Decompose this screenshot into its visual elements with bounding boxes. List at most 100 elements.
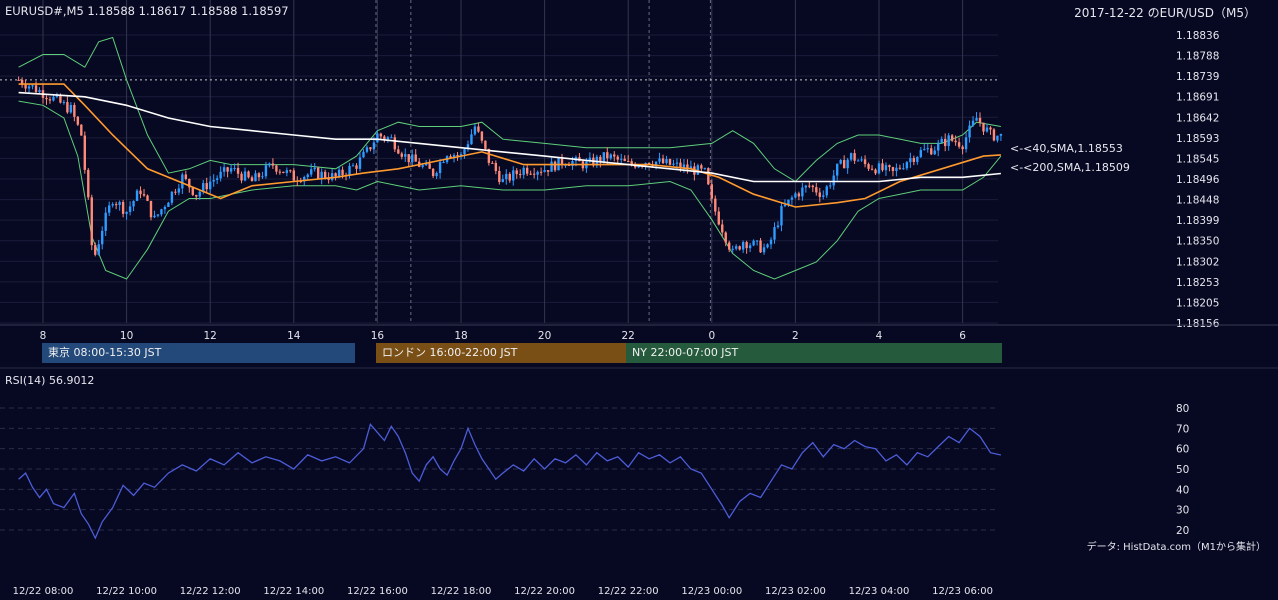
candle-body <box>27 86 31 89</box>
candle-body <box>748 245 752 249</box>
candle-body <box>494 162 498 171</box>
candle-body <box>992 129 996 141</box>
time-tick-label: 12/22 08:00 <box>13 586 74 597</box>
candle-body <box>128 206 132 212</box>
price-tick-label: 1.18156 <box>1176 318 1220 330</box>
candle-body <box>198 191 201 197</box>
candle-body <box>348 165 351 176</box>
candle-body <box>957 142 961 147</box>
candle-body <box>94 245 97 255</box>
candle-body <box>421 165 424 167</box>
candle-body <box>160 209 163 215</box>
candle-body <box>226 167 229 172</box>
candle-body <box>411 154 414 163</box>
candle-body <box>254 173 257 182</box>
candle-body <box>236 167 240 174</box>
candle-body <box>801 187 804 197</box>
candle-body <box>721 224 724 233</box>
candle-body <box>372 142 376 150</box>
candle-body <box>431 168 435 177</box>
candle-body <box>884 165 888 171</box>
candle-body <box>818 192 821 197</box>
candle-body <box>863 159 867 165</box>
candle-body <box>891 167 895 172</box>
candle-body <box>132 200 135 207</box>
candle-body <box>797 193 801 197</box>
candle-body <box>870 168 874 170</box>
candle-body <box>362 151 365 158</box>
candle-body <box>825 186 828 196</box>
candle-body <box>435 173 438 177</box>
candle-body <box>867 164 870 169</box>
candle-body <box>783 204 787 207</box>
candle-body <box>515 170 518 175</box>
candle-body <box>762 247 766 253</box>
candle-body <box>257 173 261 178</box>
candle-body <box>470 134 473 145</box>
candle-body <box>97 244 100 255</box>
candle-body <box>393 137 397 150</box>
candle-body <box>397 149 400 154</box>
candle-body <box>804 185 808 188</box>
candle-body <box>118 202 121 206</box>
candle-body <box>714 198 717 212</box>
candle-body <box>275 165 278 172</box>
candle-body <box>707 168 710 185</box>
price-tick-label: 1.18545 <box>1176 153 1219 165</box>
candle-body <box>121 202 125 214</box>
candle-body <box>107 205 111 213</box>
candle-body <box>505 173 508 180</box>
data-credit: データ: HistData.com（M1から集計） <box>1087 540 1266 553</box>
rsi-tick-label: 30 <box>1176 505 1189 517</box>
candle-body <box>17 79 20 81</box>
candle-body <box>508 173 511 181</box>
candle-body <box>658 158 661 162</box>
candle-body <box>334 173 337 177</box>
rsi-label: RSI(14) 56.9012 <box>5 374 94 387</box>
candle-body <box>546 170 550 172</box>
candle-body <box>916 156 919 162</box>
price-tick-label: 1.18205 <box>1176 297 1219 309</box>
candle-body <box>895 167 898 172</box>
candle-body <box>264 165 268 177</box>
candle-body <box>463 149 466 155</box>
candle-body <box>146 195 149 201</box>
chart-canvas: 1.18836 1.18788 1.18739 1.18691 1.18642 1.185… <box>0 0 1278 600</box>
candle-body <box>104 212 107 231</box>
sma40-label: <-<40,SMA,1.18553 <box>1010 142 1123 155</box>
candle-body <box>278 171 282 173</box>
price-tick-label: 1.18350 <box>1176 236 1219 248</box>
candle-body <box>390 137 393 139</box>
candle-body <box>759 240 762 253</box>
time-tick-label: 12/23 02:00 <box>765 586 826 597</box>
rsi-tick-label: 60 <box>1176 444 1189 456</box>
candle-body <box>313 167 316 170</box>
candle-body <box>731 248 734 250</box>
hour-tick-label: 2 <box>792 330 799 342</box>
candle-body <box>734 246 738 249</box>
candle-body <box>519 174 522 176</box>
candle-body <box>191 187 194 195</box>
candle-body <box>853 153 856 161</box>
candle-body <box>968 125 971 138</box>
candle-body <box>849 153 853 160</box>
candle-body <box>428 163 431 169</box>
candle-body <box>48 99 52 101</box>
candle-body <box>498 170 501 182</box>
chart-title: 2017-12-22 のEUR/USD（M5） <box>1074 6 1256 20</box>
candle-body <box>912 158 916 162</box>
candle-body <box>839 160 842 164</box>
candle-body <box>501 179 504 182</box>
candle-body <box>195 194 198 197</box>
candle-body <box>212 179 215 182</box>
candle-body <box>627 160 630 162</box>
candle-body <box>536 171 539 175</box>
candle-body <box>250 177 254 182</box>
symbol-info: EURUSD#,M5 1.18588 1.18617 1.18588 1.185… <box>5 4 289 18</box>
hour-tick-label: 12 <box>204 330 217 342</box>
candle-body <box>940 138 943 143</box>
candle-body <box>400 153 403 157</box>
candle-body <box>822 195 825 197</box>
candle-body <box>292 170 295 181</box>
session-ny-label: NY 22:00-07:00 JST <box>632 346 739 359</box>
